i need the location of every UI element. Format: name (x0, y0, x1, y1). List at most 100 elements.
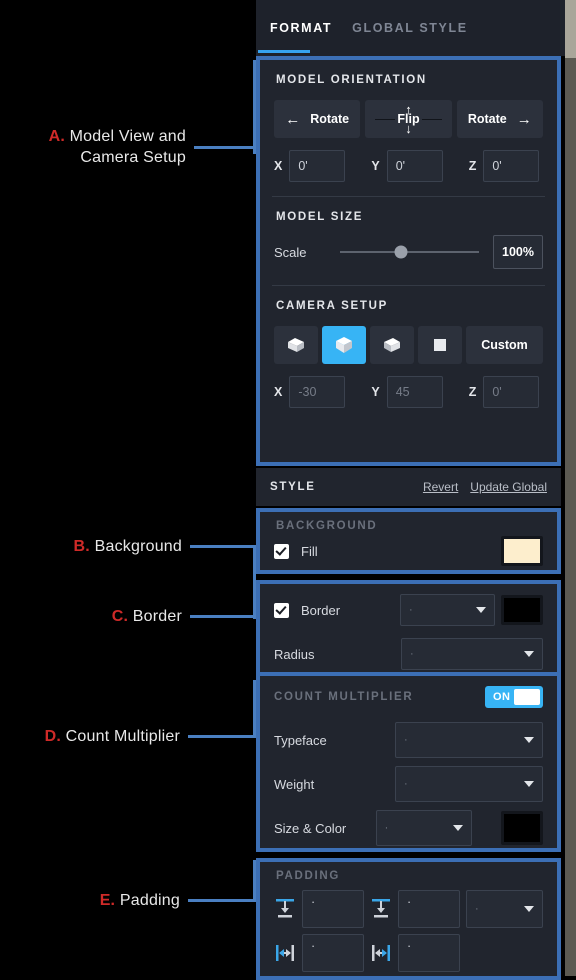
annotation-a-leader (194, 145, 256, 149)
weight-value: · (404, 778, 408, 790)
scale-row: Scale 100% (260, 231, 557, 285)
border-label: Border (301, 602, 341, 618)
arrow-up-icon: ↑ (405, 102, 412, 117)
scale-slider[interactable] (340, 245, 479, 259)
panel-scrollbar-thumb[interactable] (565, 0, 576, 58)
camera-z-input[interactable]: 0' (483, 376, 540, 408)
padding-unit-dropdown[interactable]: · (466, 890, 543, 928)
fill-color-swatch[interactable] (501, 536, 543, 566)
padding-title: PADDING (276, 870, 341, 882)
flip-button[interactable]: ↑ Flip ↓ (365, 100, 452, 138)
section-model-orientation: MODEL ORIENTATION ← Rotate ↑ Flip ↓ Rota… (260, 60, 557, 196)
annotation-a-letter: A. (48, 128, 65, 145)
typeface-label: Typeface (274, 732, 327, 748)
chevron-down-icon (524, 781, 534, 787)
square-flat-view-icon[interactable] (418, 326, 462, 364)
count-multiplier-title: COUNT MULTIPLIER (274, 691, 414, 703)
padding-unit-value: · (475, 903, 479, 915)
border-checkbox-group: Border (274, 602, 394, 618)
fill-checkbox-group: Fill (274, 543, 318, 559)
border-checkbox[interactable] (274, 602, 289, 618)
panel-content: MODEL ORIENTATION ← Rotate ↑ Flip ↓ Rota… (256, 56, 565, 980)
padding-left-icon (276, 945, 294, 961)
update-global-link[interactable]: Update Global (470, 480, 547, 494)
camera-x-input[interactable]: -30 (289, 376, 346, 408)
weight-row: Weight · (260, 758, 557, 802)
revert-link[interactable]: Revert (423, 480, 458, 494)
annotation-e-text: E. Padding (100, 890, 188, 911)
chevron-down-icon (452, 825, 463, 831)
annotation-c-letter: C. (111, 608, 129, 625)
fill-label: Fill (301, 543, 318, 559)
camera-axis-row: X -30 Y 45 Z 0' (260, 364, 557, 424)
border-style-dropdown[interactable]: · (400, 594, 495, 626)
count-multiplier-header: COUNT MULTIPLIER ON (260, 676, 557, 708)
group-border: Border · Radius · (256, 580, 561, 676)
annotation-c: C. Border (0, 606, 256, 627)
weight-dropdown[interactable]: · (395, 766, 543, 802)
annotation-e-letter: E. (99, 892, 116, 909)
size-color-row: Size & Color · (260, 802, 557, 846)
padding-top-input[interactable]: · (302, 890, 364, 928)
fill-row: Fill (260, 534, 557, 566)
panel-scrollbar[interactable] (565, 0, 576, 976)
padding-right-icon (372, 945, 390, 961)
arrow-left-icon: ← (285, 110, 301, 128)
camera-setup-title: CAMERA SETUP (276, 300, 388, 312)
cube-right-glyph (384, 338, 400, 352)
tab-format[interactable]: FORMAT (257, 0, 332, 56)
tab-global-style[interactable]: GLOBAL STYLE (352, 0, 468, 56)
annotation-b-leader (190, 545, 256, 548)
orientation-z-input[interactable]: 0' (483, 150, 540, 182)
text-color-swatch[interactable] (501, 811, 543, 845)
typeface-dropdown[interactable]: · (395, 722, 543, 758)
orientation-axis-row: X 0' Y 0' Z 0' (260, 138, 557, 196)
group-count-multiplier: COUNT MULTIPLIER ON Typeface · Weight · (256, 672, 561, 852)
group-padding: PADDING · · · · · (256, 858, 561, 980)
rotate-left-button[interactable]: ← Rotate (274, 100, 361, 138)
group-background: BACKGROUND Fill (256, 508, 561, 574)
annotation-d-letter: D. (44, 728, 61, 745)
border-color-swatch[interactable] (501, 595, 543, 625)
cube-left-glyph (288, 338, 304, 352)
cube-view-front-icon[interactable] (322, 326, 366, 364)
annotation-d-leader (188, 735, 256, 738)
padding-horizontal-row: · · (260, 928, 557, 972)
radius-value: · (410, 648, 414, 660)
size-dropdown[interactable]: · (375, 810, 472, 846)
fill-checkbox[interactable] (274, 543, 289, 559)
padding-right-input[interactable]: · (398, 934, 460, 972)
camera-y-input[interactable]: 45 (386, 376, 443, 408)
cube-view-left-icon[interactable] (274, 326, 318, 364)
padding-left-input[interactable]: · (302, 934, 364, 972)
annotation-a-text: A. Model View and Camera Setup (49, 126, 194, 168)
camera-y-label: Y (371, 385, 380, 399)
orientation-y-input[interactable]: 0' (386, 150, 443, 182)
rotate-right-button[interactable]: Rotate → (456, 100, 543, 138)
cube-front-glyph (336, 337, 352, 353)
chevron-down-icon (524, 737, 534, 743)
size-value: · (384, 822, 389, 834)
arrow-down-icon: ↓ (405, 121, 412, 136)
padding-bottom-icon (372, 899, 390, 918)
model-orientation-title: MODEL ORIENTATION (276, 74, 427, 86)
radius-dropdown[interactable]: · (401, 638, 543, 670)
annotation-a-label: Model View and Camera Setup (69, 128, 186, 166)
group-model-view-camera-setup: MODEL ORIENTATION ← Rotate ↑ Flip ↓ Rota… (256, 56, 561, 466)
orientation-x-input[interactable]: 0' (289, 150, 346, 182)
annotation-b-label: Background (94, 538, 182, 555)
padding-bottom-input[interactable]: · (398, 890, 460, 928)
annotation-b-letter: B. (73, 538, 90, 555)
chevron-down-icon (476, 607, 486, 613)
annotation-d: D. Count Multiplier (0, 726, 256, 747)
count-multiplier-toggle[interactable]: ON (485, 686, 543, 708)
scale-slider-knob[interactable] (394, 245, 408, 259)
scale-value-input[interactable]: 100% (493, 235, 543, 269)
camera-x-label: X (274, 385, 283, 399)
padding-top-icon (276, 899, 294, 918)
camera-custom-button[interactable]: Custom (466, 326, 543, 364)
orientation-x-label: X (274, 159, 283, 173)
square-flat-glyph (434, 339, 446, 351)
rotate-right-label: Rotate (467, 112, 507, 126)
cube-view-right-icon[interactable] (370, 326, 414, 364)
